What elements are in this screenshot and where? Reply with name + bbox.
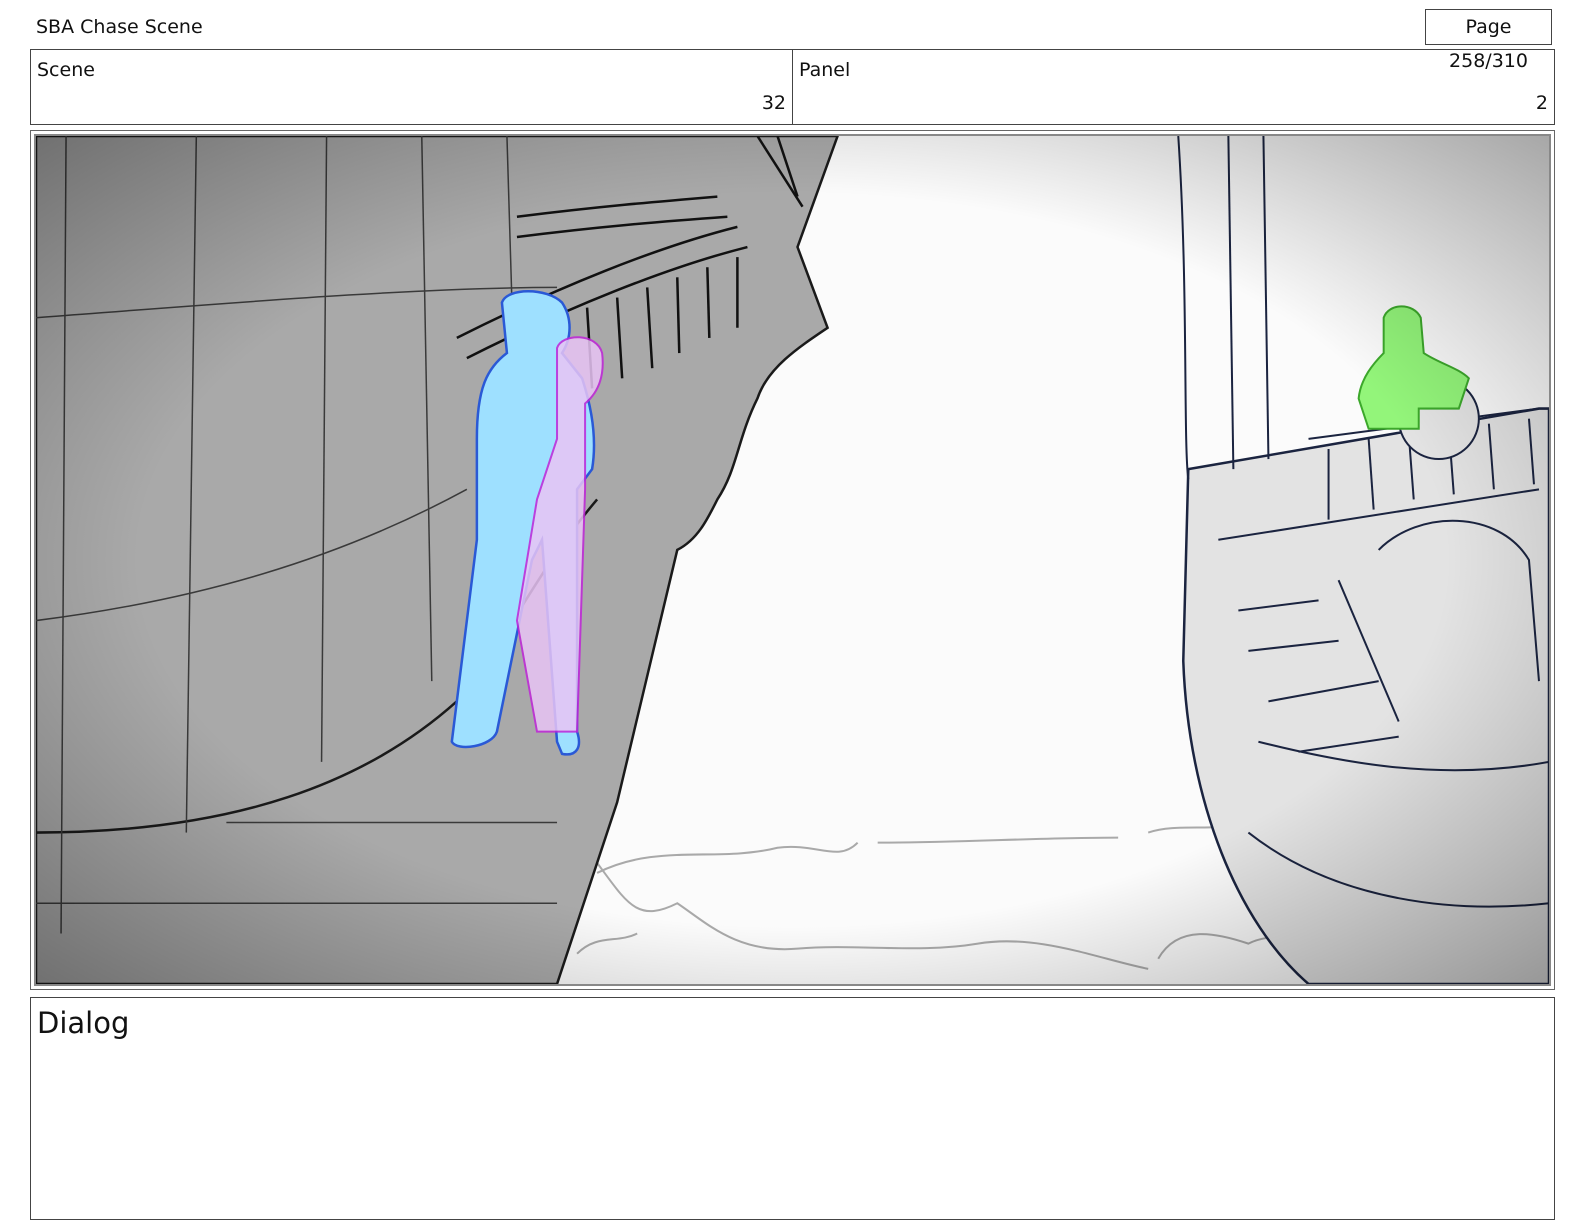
panel-label: Panel	[799, 59, 851, 81]
scene-panel-info: Scene 32 Panel 2	[30, 49, 1555, 125]
vignette-overlay	[36, 136, 1549, 984]
dialog-box: Dialog	[30, 997, 1555, 1220]
dialog-label: Dialog	[37, 1006, 130, 1040]
page-number: Page 258/310	[1425, 9, 1552, 72]
scene-label: Scene	[37, 59, 95, 81]
panel-number: 2	[1535, 92, 1548, 114]
scene-cell: Scene 32	[31, 50, 792, 124]
document-title: SBA Chase Scene	[36, 16, 203, 38]
storyboard-frame	[30, 130, 1555, 990]
scene-number: 32	[761, 92, 786, 114]
panel-cell: Panel 2	[792, 50, 1554, 124]
storyboard-sketch	[36, 136, 1549, 984]
